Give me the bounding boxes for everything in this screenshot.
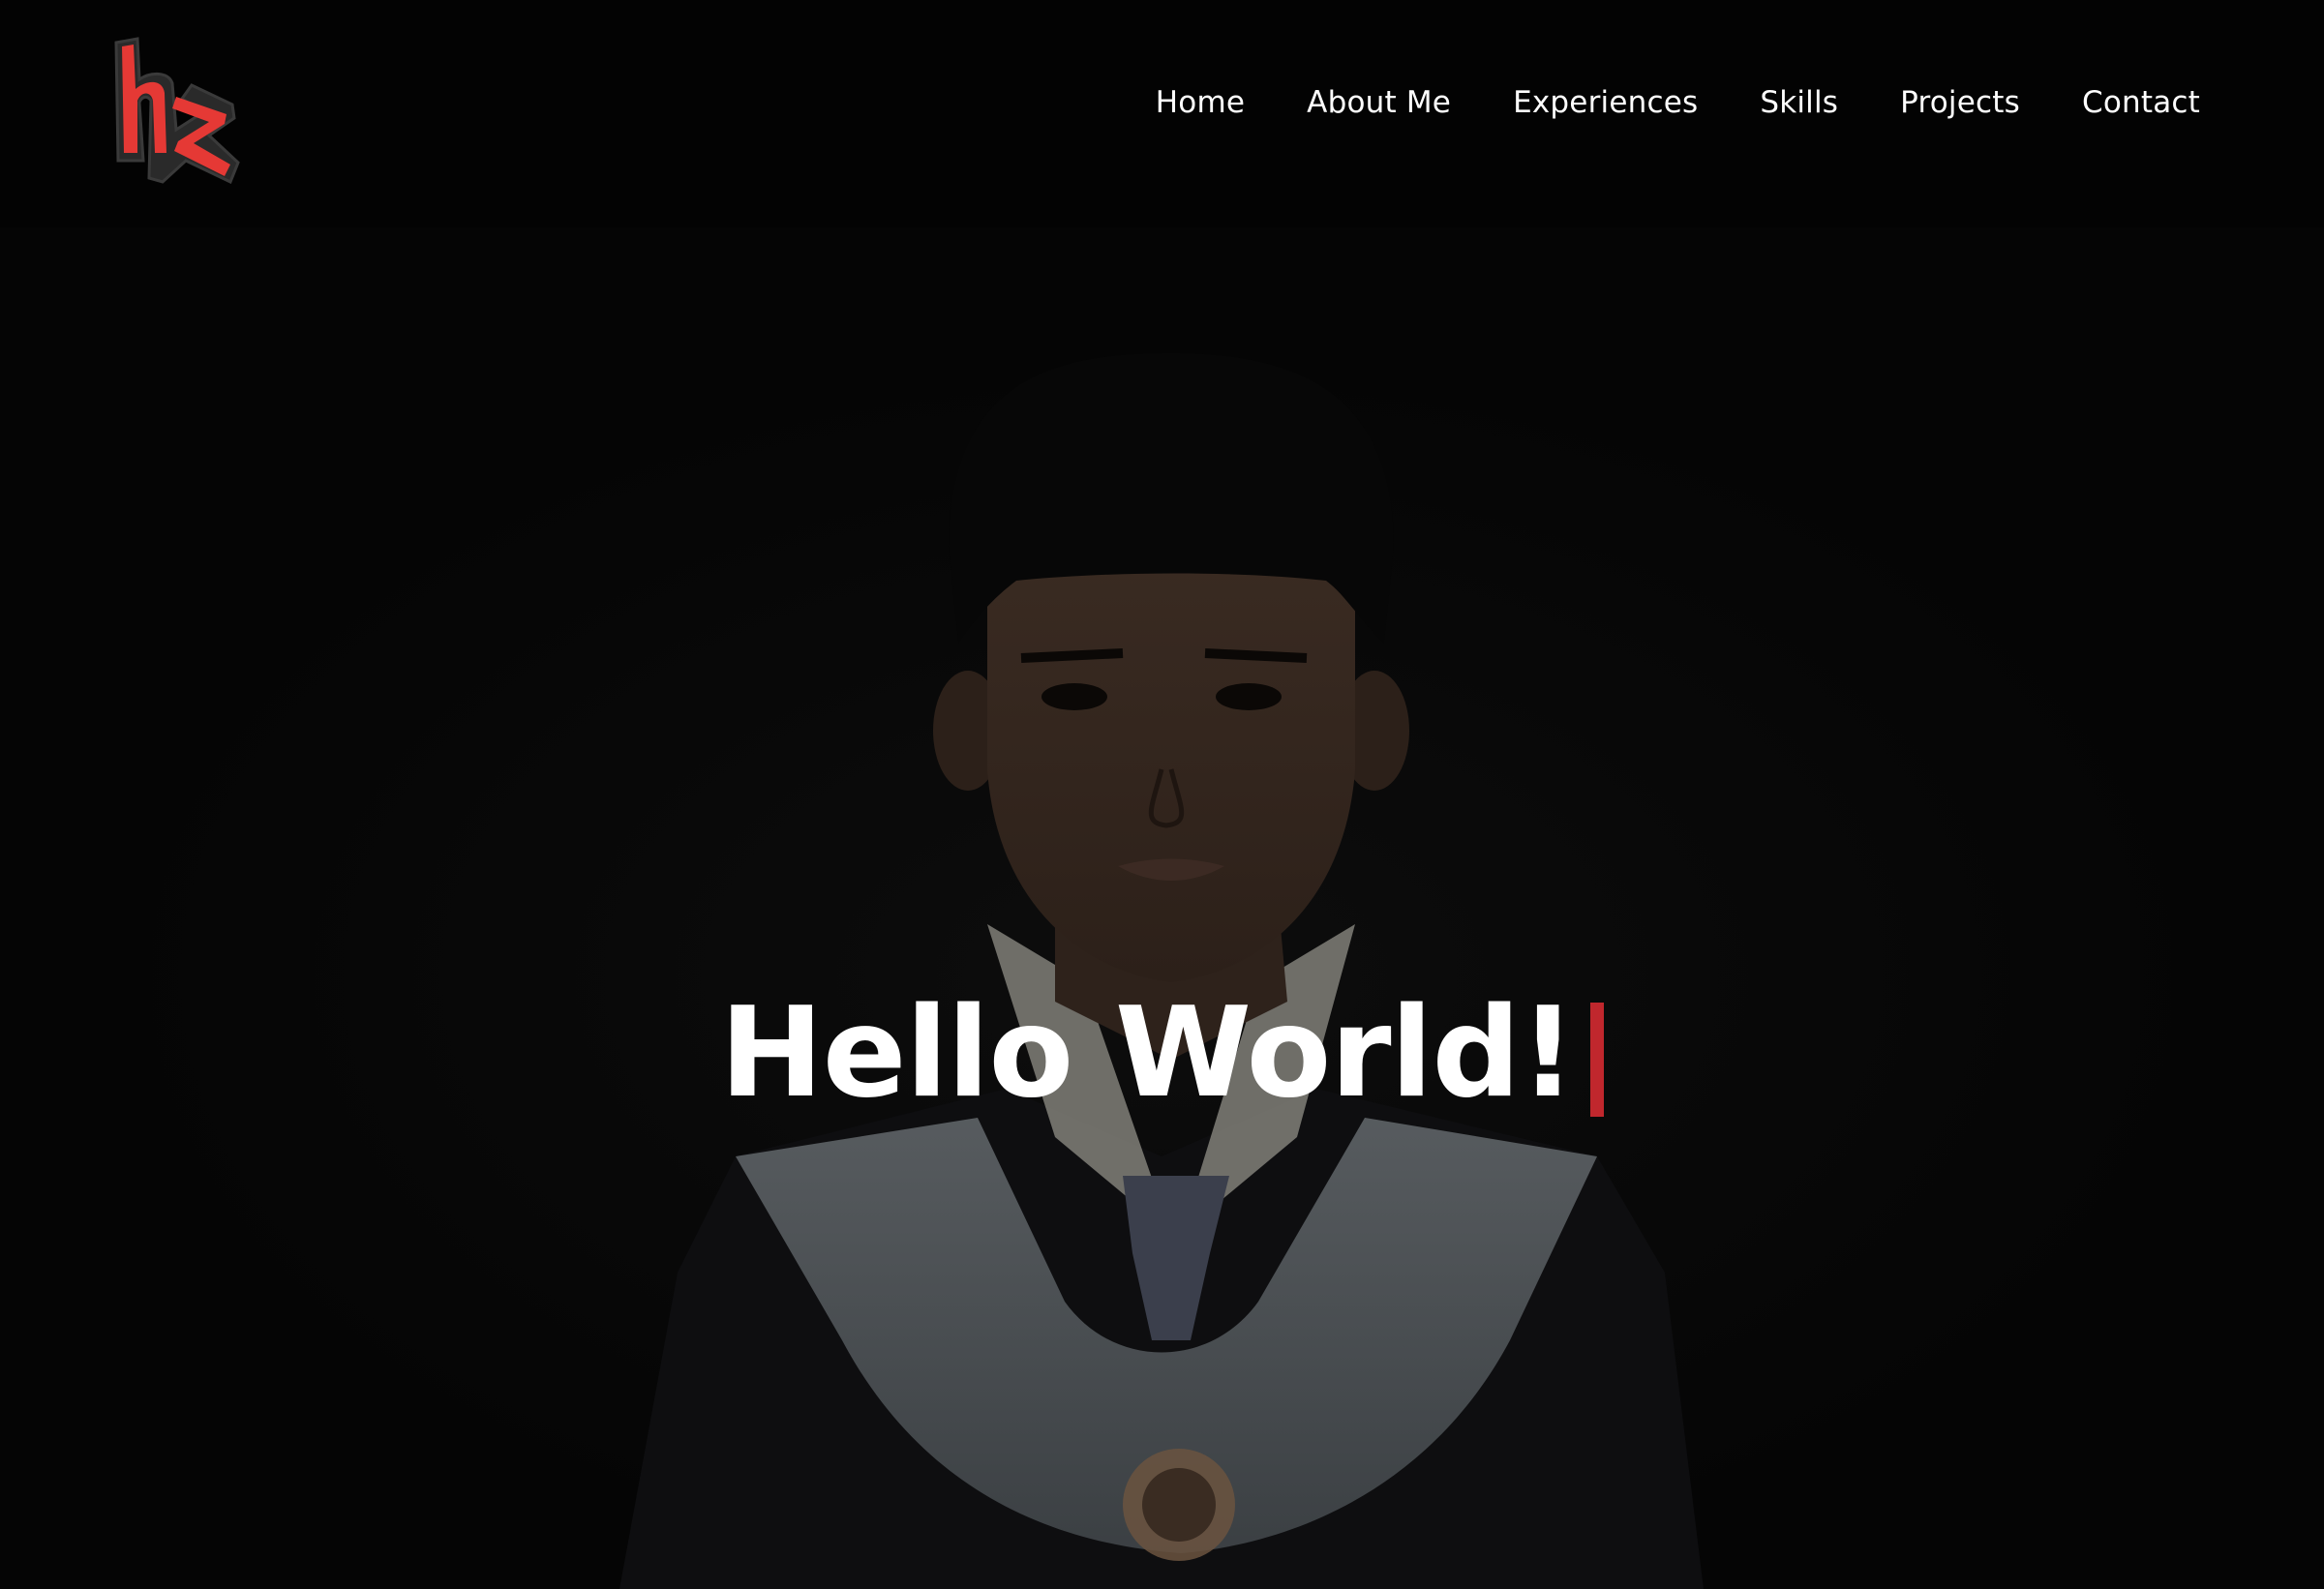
navbar: Home About Me Experiences Skills Project… [0, 0, 2324, 227]
nav-home[interactable]: Home [1156, 85, 1245, 120]
main-nav: Home About Me Experiences Skills Project… [1156, 85, 2200, 120]
hero-heading: Hello World! [719, 981, 1577, 1125]
portrait-image [0, 227, 2324, 1589]
hero-title: Hello World! [0, 981, 2324, 1125]
typing-cursor [1590, 1003, 1605, 1117]
hero-section: Hello World! [0, 227, 2324, 1589]
hz-logo-icon[interactable] [108, 37, 242, 185]
nav-skills[interactable]: Skills [1760, 85, 1838, 120]
nav-about-me[interactable]: About Me [1307, 85, 1451, 120]
page: Home About Me Experiences Skills Project… [0, 0, 2324, 1589]
nav-experiences[interactable]: Experiences [1513, 85, 1698, 120]
nav-contact[interactable]: Contact [2082, 85, 2200, 120]
nav-projects[interactable]: Projects [1900, 85, 2020, 120]
